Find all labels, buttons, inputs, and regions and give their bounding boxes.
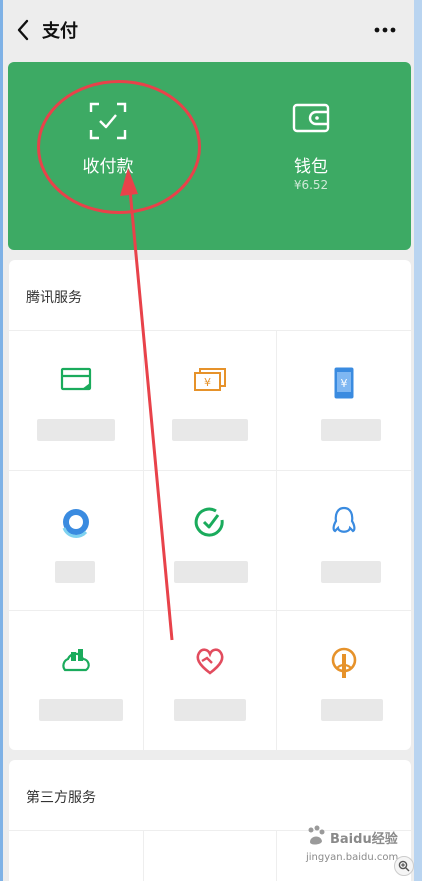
payment-page: 支付 收付款 钱包 ¥6.52 腾讯服务 ¥ ¥ 第三方服务 Baidu经验 j… <box>0 0 422 881</box>
zoom-button[interactable] <box>394 856 414 876</box>
zoom-plus-icon <box>398 860 410 872</box>
watermark-url: jingyan.baidu.com <box>306 852 399 863</box>
baidu-paw-icon <box>308 825 325 845</box>
left-edge-strip <box>0 0 3 881</box>
watermark-brand: Baidu经验 <box>330 832 398 847</box>
right-edge-strip <box>414 0 422 881</box>
annotation-arrow <box>120 168 174 641</box>
